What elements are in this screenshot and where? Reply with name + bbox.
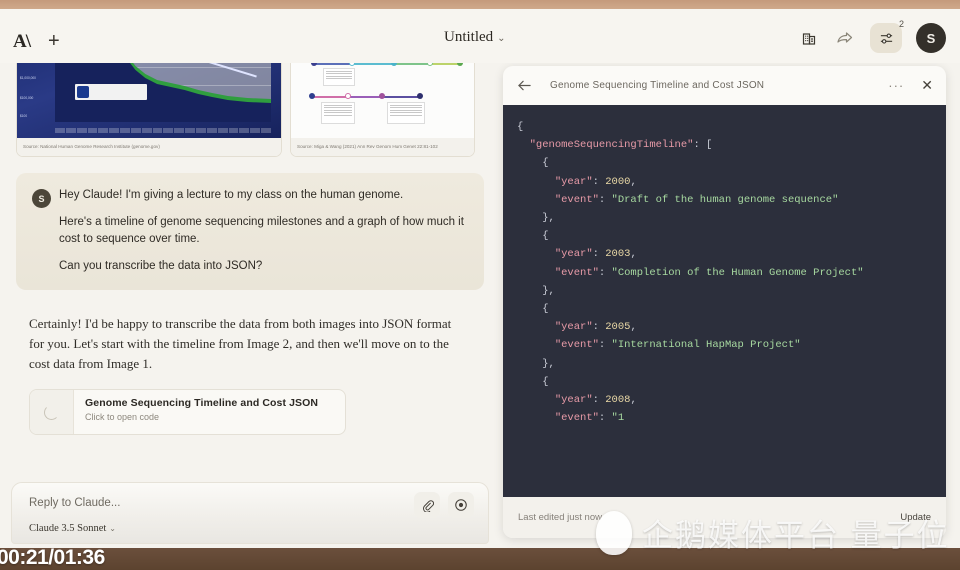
document-title-label: Untitled xyxy=(444,29,494,45)
composer-icons xyxy=(414,492,474,518)
nih-logo-icon xyxy=(75,84,147,100)
timeline-image xyxy=(291,63,474,140)
update-button-label: Update xyxy=(900,512,931,523)
chat-column: $100,000,000 $10,000,000 $1,000,000 $100… xyxy=(0,63,500,548)
timeline-thumbnail[interactable]: Source: Miga & Wang (2021) Ann Rev Genom… xyxy=(290,63,475,157)
top-bar: A\ + Untitled ⌄ 2 S xyxy=(0,9,960,63)
artifact-panel-footer: Last edited just now Update xyxy=(503,497,946,538)
timeline-caption: Source: Miga & Wang (2021) Ann Rev Genom… xyxy=(291,138,474,156)
artifact-panel-title: Genome Sequencing Timeline and Cost JSON xyxy=(550,80,765,91)
user-message-line-3: Can you transcribe the data into JSON? xyxy=(59,259,263,272)
cost-chart-caption: Source: National Human Genome Research I… xyxy=(17,138,281,156)
document-title[interactable]: Untitled ⌄ xyxy=(444,29,506,46)
cost-chart-thumbnail[interactable]: $100,000,000 $10,000,000 $1,000,000 $100… xyxy=(16,63,282,157)
user-message: S Hey Claude! I'm giving a lecture to my… xyxy=(16,173,484,291)
reply-input[interactable]: Reply to Claude... xyxy=(29,497,120,509)
more-options-icon[interactable]: ··· xyxy=(888,79,904,92)
model-selector-label: Claude 3.5 Sonnet xyxy=(29,523,107,534)
building-icon[interactable] xyxy=(798,27,820,49)
attachment-thumbnails: $100,000,000 $10,000,000 $1,000,000 $100… xyxy=(16,63,475,157)
code-content: { "genomeSequencingTimeline": [ { "year"… xyxy=(517,121,864,425)
share-icon[interactable] xyxy=(834,27,856,49)
sliders-icon[interactable]: 2 xyxy=(870,19,904,53)
artifact-loading-icon xyxy=(30,390,74,435)
user-avatar: S xyxy=(32,189,51,208)
artifact-card-title: Genome Sequencing Timeline and Cost JSON xyxy=(85,397,319,410)
model-selector[interactable]: Claude 3.5 Sonnet ⌄ xyxy=(29,523,116,534)
chart-x-ticks xyxy=(55,128,271,134)
artifact-card[interactable]: Genome Sequencing Timeline and Cost JSON… xyxy=(29,389,346,436)
close-icon[interactable]: ✕ xyxy=(921,77,933,94)
user-message-line-2: Here's a timeline of genome sequencing m… xyxy=(59,216,464,245)
artifact-panel-header: Genome Sequencing Timeline and Cost JSON… xyxy=(503,66,946,105)
new-chat-button[interactable]: + xyxy=(48,31,60,51)
user-message-line-1: Hey Claude! I'm giving a lecture to my c… xyxy=(59,189,404,201)
assistant-message-text: Certainly! I'd be happy to transcribe th… xyxy=(29,316,452,371)
arrow-left-icon[interactable] xyxy=(516,78,532,94)
message-composer[interactable]: Reply to Claude... Claude 3.5 Sonnet ⌄ xyxy=(11,482,489,544)
anthropic-logo-icon: A\ xyxy=(13,31,31,52)
paperclip-icon[interactable] xyxy=(414,492,440,518)
screenshot-icon[interactable] xyxy=(448,492,474,518)
letterbox-top xyxy=(0,0,960,9)
update-button[interactable]: Update xyxy=(900,512,931,523)
claude-app: A\ + Untitled ⌄ 2 S $1,000,000 $100,000 … xyxy=(0,9,960,548)
avatar[interactable]: S xyxy=(916,23,946,53)
top-bar-icons: 2 S xyxy=(798,19,946,53)
artifact-card-subtitle: Click to open code xyxy=(85,412,160,423)
letterbox-bottom xyxy=(0,548,960,570)
artifact-panel: Genome Sequencing Timeline and Cost JSON… xyxy=(503,66,946,538)
cost-chart-image: $100,000,000 $10,000,000 $1,000,000 $100… xyxy=(17,63,281,140)
chevron-down-icon: ⌄ xyxy=(109,524,116,533)
code-viewer[interactable]: { "genomeSequencingTimeline": [ { "year"… xyxy=(503,105,946,497)
last-edited-status: Last edited just now xyxy=(518,512,602,523)
chevron-down-icon: ⌄ xyxy=(497,33,506,44)
assistant-message: Certainly! I'd be happy to transcribe th… xyxy=(16,300,484,451)
sliders-badge: 2 xyxy=(898,19,904,29)
video-frame: A\ + Untitled ⌄ 2 S $1,000,000 $100,000 … xyxy=(0,0,960,570)
